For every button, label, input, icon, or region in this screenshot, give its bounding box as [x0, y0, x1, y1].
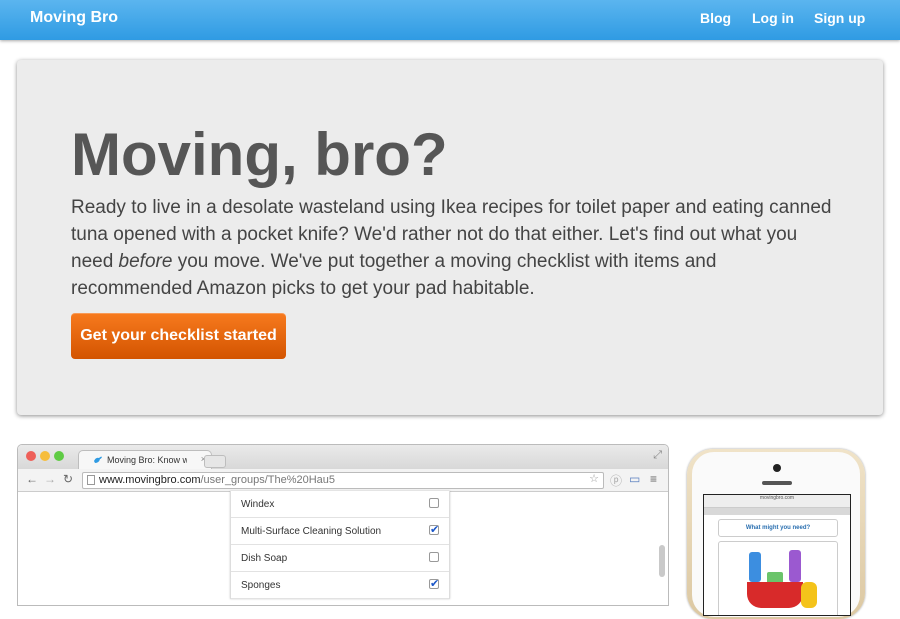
url-path: /user_groups/The%20Hau5 — [200, 474, 336, 486]
brand-link[interactable]: Moving Bro — [30, 9, 118, 27]
speaker-icon — [762, 481, 792, 485]
list-item: Sponges — [231, 572, 449, 599]
reload-icon: ↻ — [63, 472, 74, 486]
star-icon: ☆ — [589, 473, 599, 485]
spray-bottle-icon — [789, 550, 801, 582]
checkbox — [429, 552, 439, 562]
tab-title: Moving Bro: Know what yo — [107, 455, 187, 465]
scrollbar — [659, 545, 665, 577]
list-item: Dish Soap — [231, 545, 449, 572]
back-icon: ← — [26, 472, 38, 486]
address-bar: www.movingbro.com/user_groups/The%20Hau5… — [82, 472, 604, 489]
list-item-label: Dish Soap — [241, 553, 288, 564]
glove-icon — [801, 582, 817, 608]
phone-face: movingbro.com What might you need? — [692, 452, 860, 617]
hero-unit: Moving, bro? Ready to live in a desolate… — [17, 60, 883, 415]
url-domain: www.movingbro.com — [99, 474, 201, 486]
extension-icon: ⓟ — [610, 474, 623, 488]
page-icon — [87, 475, 95, 485]
nav-link-blog[interactable]: Blog — [700, 10, 731, 26]
hero-lead: Ready to live in a desolate wasteland us… — [71, 194, 841, 302]
list-item-label: Multi-Surface Cleaning Solution — [241, 526, 382, 537]
browser-tab-bar: Moving Bro: Know what yo × ⤢ — [18, 445, 668, 470]
nav-link-signup[interactable]: Sign up — [814, 10, 865, 26]
browser-tab: Moving Bro: Know what yo × — [78, 450, 212, 470]
bird-favicon-icon — [94, 456, 102, 463]
list-item-label: Windex — [241, 499, 275, 510]
bucket-icon — [747, 582, 803, 608]
navbar: Moving Bro Blog Log in Sign up — [0, 0, 900, 40]
checklist-start-button[interactable]: Get your checklist started — [71, 313, 286, 359]
camera-icon — [773, 464, 781, 472]
list-item: Multi-Surface Cleaning Solution — [231, 518, 449, 545]
phone-address-bar: movingbro.com — [704, 495, 850, 508]
cleaning-supplies-image — [718, 541, 838, 615]
phone-card-title: What might you need? — [718, 519, 838, 537]
phone-navbar — [704, 508, 850, 515]
url-text: www.movingbro.com/user_groups/The%20Hau5 — [99, 473, 335, 488]
checklist: Windex Multi-Surface Cleaning Solution D… — [230, 491, 450, 599]
checkbox-checked — [429, 523, 439, 536]
phone-address: movingbro.com — [759, 495, 795, 501]
nav-link-login[interactable]: Log in — [752, 10, 794, 26]
forward-icon: → — [44, 472, 56, 486]
window-close-dot — [26, 451, 36, 461]
cast-icon: ▭ — [629, 472, 641, 486]
checkbox-checked — [429, 577, 439, 590]
spray-bottle-icon — [749, 552, 761, 582]
menu-icon: ≡ — [650, 472, 658, 486]
hero-title: Moving, bro? — [71, 121, 448, 188]
new-tab-icon — [204, 455, 226, 468]
browser-toolbar: ← → ↻ www.movingbro.com/user_groups/The%… — [18, 469, 668, 492]
hero-lead-emphasis: before — [118, 251, 173, 272]
phone-screen: movingbro.com What might you need? — [703, 494, 851, 616]
fullscreen-icon: ⤢ — [653, 449, 662, 461]
checkbox — [429, 498, 439, 508]
window-minimize-dot — [40, 451, 50, 461]
phone-screenshot: movingbro.com What might you need? — [687, 449, 865, 619]
window-zoom-dot — [54, 451, 64, 461]
list-item-label: Sponges — [241, 580, 281, 591]
browser-screenshot: Moving Bro: Know what yo × ⤢ ← → ↻ www.m… — [17, 444, 669, 606]
list-item: Windex — [231, 491, 449, 518]
